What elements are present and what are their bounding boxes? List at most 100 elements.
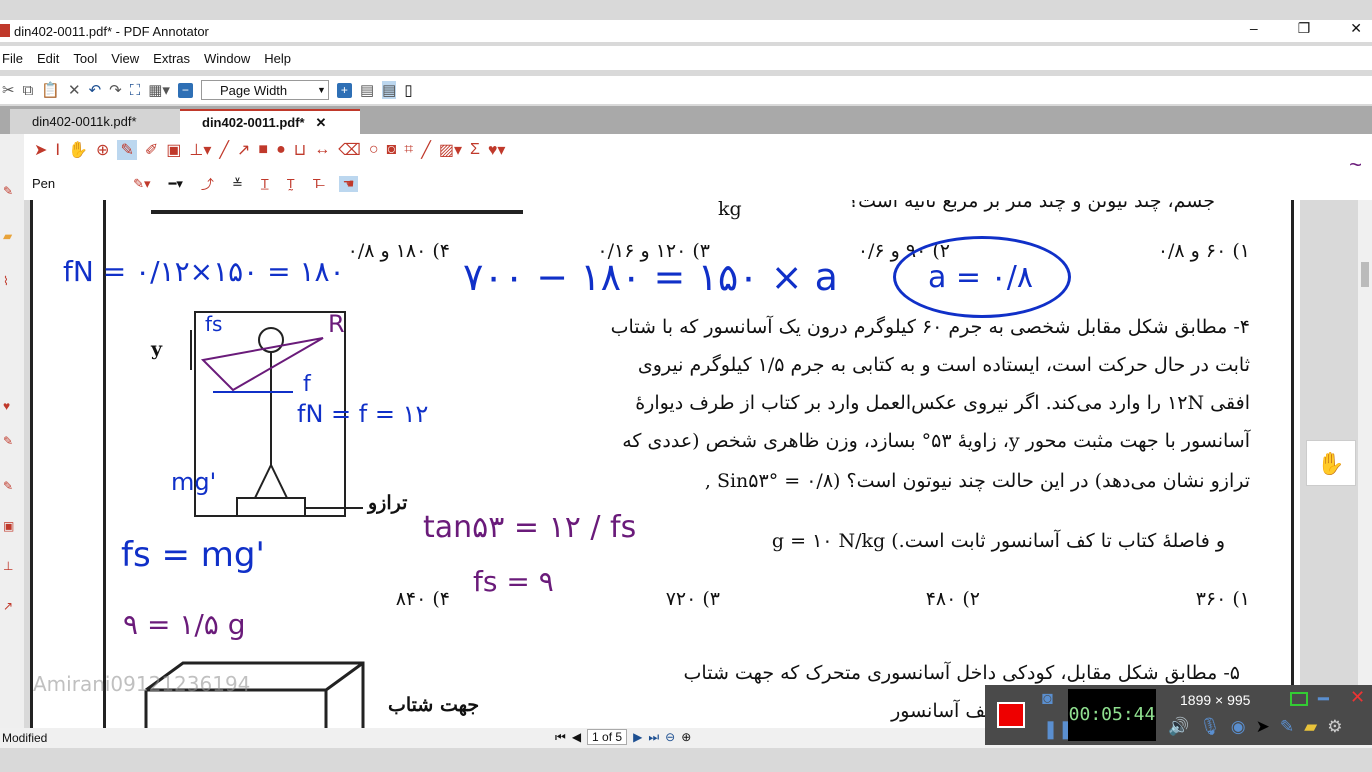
single-page-icon[interactable]: ▤: [360, 81, 374, 99]
zoom-in-button[interactable]: +: [336, 82, 352, 98]
page-width-icon[interactable]: ▤: [382, 81, 397, 99]
select-icon[interactable]: ➤: [34, 140, 47, 160]
find-icon[interactable]: ⛶: [130, 82, 141, 99]
highlighter-tool-icon[interactable]: ✐: [145, 140, 158, 160]
folder-icon[interactable]: ▰: [3, 229, 17, 243]
squiggly-icon[interactable]: T̰: [287, 176, 295, 191]
close-recorder-icon[interactable]: ✕: [1350, 687, 1365, 708]
stamp-tool-icon[interactable]: ⊥▾: [189, 140, 211, 160]
textbox-tool-icon[interactable]: ▣: [166, 140, 181, 160]
screen-recorder-panel: ◙ ❚❚ 00:05:44 1899 × 995 ━ ✕ 🔊 🎙 ◉ ➤ ✎ ▰…: [985, 685, 1372, 745]
active-tool-label: Pen: [32, 176, 56, 191]
menu-window[interactable]: Window: [204, 51, 250, 66]
page-indicator[interactable]: 1 of 5: [587, 729, 628, 745]
highlighter-icon[interactable]: ✎: [3, 479, 17, 493]
line-tool-icon[interactable]: ╱: [219, 140, 229, 160]
forward-icon[interactable]: ⊕: [681, 730, 691, 744]
zoom-out-button[interactable]: −: [177, 82, 193, 98]
option: ۱) ۶۰ و ۰/۸: [1157, 240, 1250, 262]
fullscreen-icon[interactable]: ▯: [404, 81, 412, 99]
close-button[interactable]: ✕: [1350, 20, 1362, 37]
clip-icon[interactable]: ⌇: [3, 274, 17, 288]
speaker-icon[interactable]: 🔊: [1168, 717, 1189, 737]
touch-mode-icon[interactable]: ☚: [338, 175, 359, 192]
app-icon: [0, 24, 10, 37]
option: ۴) ۱۸۰ و ۰/۸: [347, 240, 450, 262]
menu-edit[interactable]: Edit: [37, 51, 59, 66]
marker-icon[interactable]: ╱: [421, 140, 431, 160]
image-icon[interactable]: ▨▾: [439, 140, 462, 160]
vertical-scrollbar[interactable]: [1358, 200, 1372, 728]
auto-shape-icon[interactable]: ≚: [232, 176, 243, 192]
arrow-tool-icon[interactable]: ↗: [237, 140, 250, 160]
delete-icon[interactable]: ✕: [68, 81, 81, 99]
left-tool-panel: ✎ ▰ ⌇ ♥ ✎ ✎ ▣ ⊥ ↗: [0, 134, 24, 728]
underline-icon[interactable]: T̲: [261, 176, 269, 191]
lasso-icon[interactable]: ○: [369, 141, 379, 159]
settings-icon[interactable]: ⚙: [1327, 717, 1342, 737]
page-layout-icon[interactable]: ▦▾: [148, 81, 170, 99]
text-select-icon[interactable]: Ⅰ: [55, 140, 60, 160]
folder-icon[interactable]: ▰: [1304, 717, 1317, 737]
minimize-recorder-icon[interactable]: ━: [1318, 689, 1329, 710]
menu-extras[interactable]: Extras: [153, 51, 190, 66]
hand-icon[interactable]: ✋: [68, 140, 88, 160]
zoom-select[interactable]: Page Width ▼: [200, 80, 329, 100]
rectangle-tool-icon[interactable]: ■: [258, 141, 268, 159]
camera-icon[interactable]: ◙: [387, 141, 397, 159]
copy-icon[interactable]: ⧉: [23, 82, 34, 99]
pen-icon[interactable]: ✎: [3, 184, 17, 198]
maximize-button[interactable]: ❐: [1298, 20, 1311, 37]
prev-page-button[interactable]: ◀: [572, 730, 581, 744]
eraser-icon[interactable]: ⌫: [338, 140, 361, 160]
sum-icon[interactable]: Σ: [470, 141, 480, 159]
recording-resolution: 1899 × 995: [1180, 692, 1251, 708]
back-icon[interactable]: ⊖: [665, 730, 675, 744]
smoothing-icon[interactable]: ⤴: [201, 174, 214, 193]
menu-help[interactable]: Help: [264, 51, 291, 66]
watermark: @Amirani09121236194: [30, 672, 251, 696]
favorites-icon[interactable]: ♥▾: [488, 140, 506, 160]
menu-tool[interactable]: Tool: [73, 51, 97, 66]
microphone-icon[interactable]: 🎙: [1199, 717, 1221, 737]
ellipse-tool-icon[interactable]: ●: [276, 141, 286, 159]
option: ۲) ۴۸۰: [925, 588, 980, 610]
menu-bar: File Edit Tool View Extras Window Help: [0, 46, 1372, 70]
line-style-icon[interactable]: ━▾: [169, 176, 183, 192]
stamp-icon[interactable]: ⊥: [3, 559, 17, 573]
pen-color-icon[interactable]: ✎▾: [133, 176, 150, 192]
pencil-icon[interactable]: ✎: [3, 434, 17, 448]
crop-icon[interactable]: ⌗: [404, 141, 413, 159]
first-page-button[interactable]: ⏮: [555, 730, 566, 745]
menu-view[interactable]: View: [111, 51, 139, 66]
undo-icon[interactable]: ↶: [89, 81, 102, 99]
region-icon[interactable]: [1290, 692, 1308, 706]
polygon-tool-icon[interactable]: ⊔: [294, 140, 306, 160]
last-page-button[interactable]: ⏭: [648, 730, 659, 745]
arrow-icon[interactable]: ↗: [3, 599, 17, 613]
redo-icon[interactable]: ↷: [109, 81, 122, 99]
tab-din402-0011k[interactable]: din402-0011k.pdf*: [10, 109, 180, 134]
paste-icon[interactable]: 📋: [41, 81, 60, 99]
draw-icon[interactable]: ✎: [1280, 717, 1294, 737]
option: ۴) ۸۴۰: [395, 588, 450, 610]
stop-record-button[interactable]: [997, 702, 1025, 728]
main-toolbar: ✂ ⧉ 📋 ✕ ↶ ↷ ⛶ ▦▾ − Page Width ▼ + ▤ ▤ ▯: [0, 76, 1372, 104]
zoom-tool-icon[interactable]: ⊕: [96, 140, 109, 160]
next-page-button[interactable]: ▶: [633, 730, 642, 744]
strikeout-icon[interactable]: T̶: [313, 176, 321, 191]
measure-tool-icon[interactable]: ↔: [314, 141, 330, 159]
webcam-icon[interactable]: ◉: [1231, 717, 1246, 737]
option: ۳) ۷۲۰: [665, 588, 720, 610]
pen-tool-icon[interactable]: ✎: [117, 140, 137, 160]
heart-icon[interactable]: ♥: [3, 399, 17, 413]
cursor-icon[interactable]: ➤: [1256, 717, 1270, 737]
menu-file[interactable]: File: [2, 51, 23, 66]
textbox-icon[interactable]: ▣: [3, 519, 17, 533]
minimize-button[interactable]: –: [1250, 20, 1258, 37]
tab-din402-0011[interactable]: din402-0011.pdf* ✕: [180, 109, 360, 134]
tab-close-icon[interactable]: ✕: [315, 115, 326, 131]
touch-hand-icon[interactable]: ✋: [1306, 440, 1356, 486]
cut-icon[interactable]: ✂: [2, 81, 15, 99]
camera-icon[interactable]: ◙: [1042, 688, 1053, 709]
